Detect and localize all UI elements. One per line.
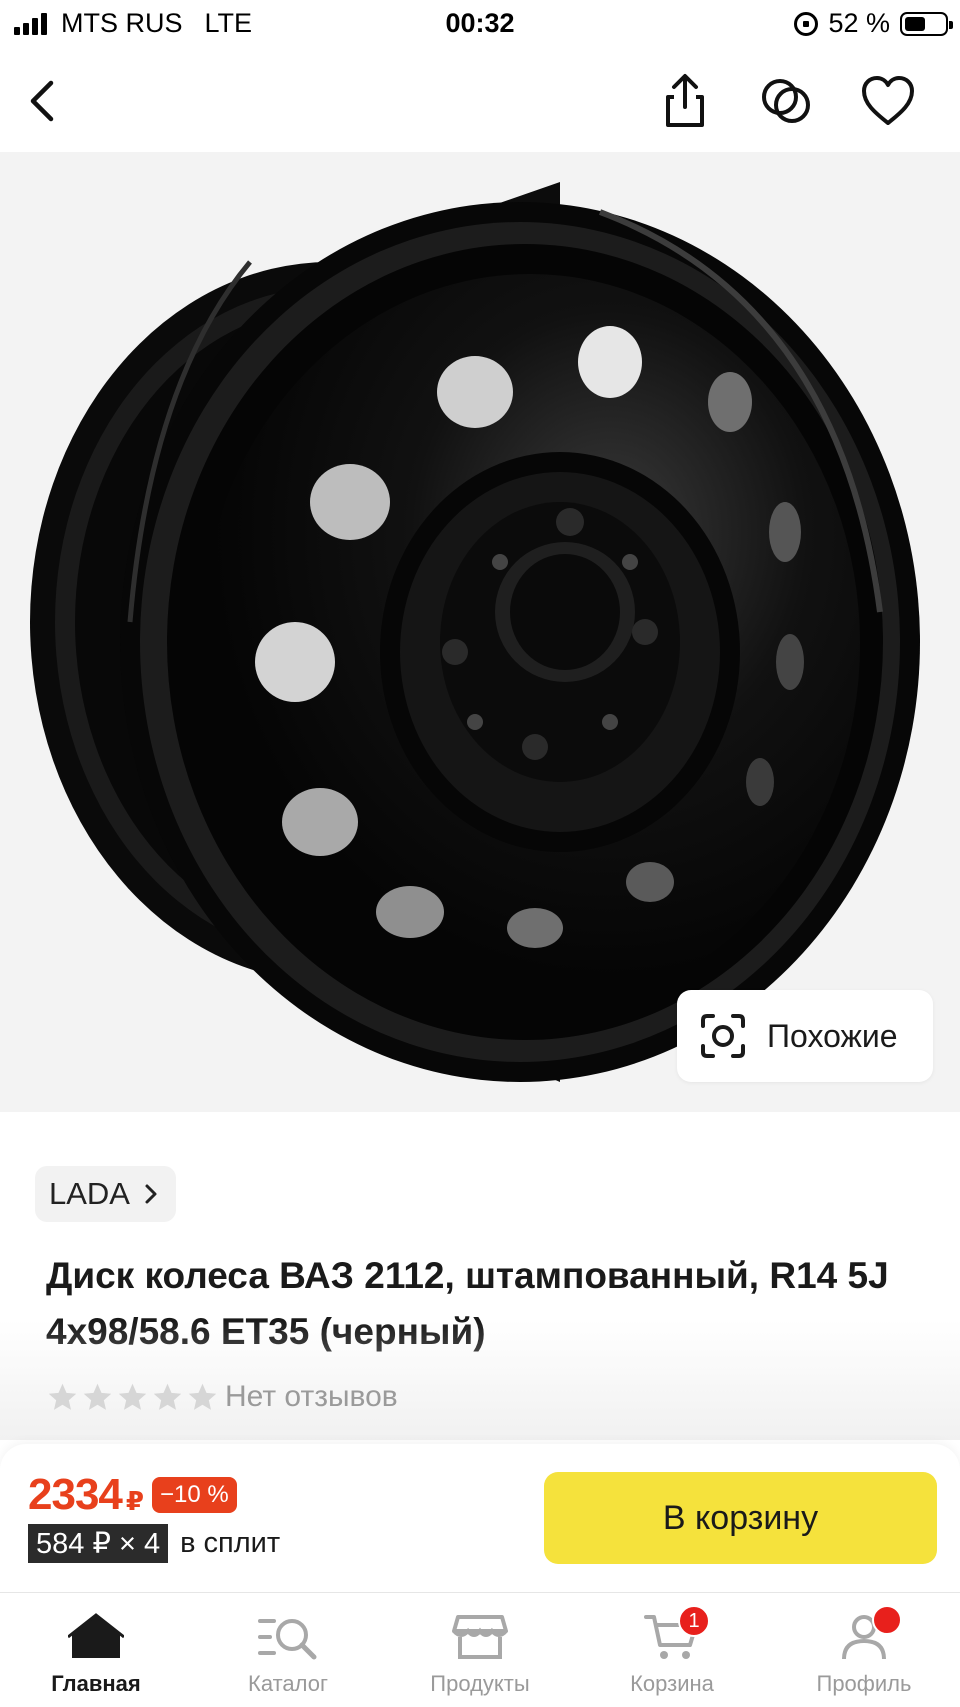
chevron-left-icon — [30, 80, 54, 122]
wheel-rim-image — [30, 182, 920, 1082]
add-to-cart-button[interactable]: В корзину — [544, 1472, 937, 1564]
star-icon — [153, 1383, 182, 1410]
compare-icon — [762, 79, 810, 123]
tab-products[interactable]: Продукты — [384, 1593, 576, 1707]
tab-cart[interactable]: 1 Корзина — [576, 1593, 768, 1707]
share-button[interactable] — [652, 68, 718, 134]
tab-label: Главная — [51, 1671, 141, 1696]
similar-label: Похожие — [767, 1017, 898, 1054]
tab-home[interactable]: Главная — [0, 1593, 192, 1707]
product-title: Диск колеса ВАЗ 2112, штампованный, R14 … — [46, 1255, 889, 1352]
star-icon — [118, 1383, 147, 1410]
similar-button[interactable]: Похожие — [677, 990, 933, 1082]
tab-label: Корзина — [630, 1671, 714, 1696]
heart-icon — [862, 76, 914, 125]
status-right: 52 % — [794, 8, 953, 39]
home-icon — [66, 1611, 126, 1663]
star-icon — [83, 1383, 112, 1410]
battery-icon — [900, 11, 953, 36]
price-currency: ₽ — [125, 1485, 144, 1516]
tab-label: Профиль — [816, 1671, 912, 1696]
store-icon — [450, 1611, 510, 1663]
rating-text: Нет отзывов — [225, 1380, 398, 1413]
split-amount: 584 ₽ × 4 — [28, 1524, 169, 1563]
product-image[interactable] — [0, 152, 960, 1112]
rotation-lock-icon — [794, 11, 819, 36]
tab-profile[interactable]: Профиль — [768, 1593, 960, 1707]
back-button[interactable] — [10, 68, 76, 134]
chevron-right-icon — [145, 1184, 157, 1204]
share-icon — [666, 74, 704, 127]
catalog-search-icon — [258, 1611, 318, 1663]
brand-chip[interactable]: LADA — [35, 1166, 176, 1222]
discount-badge: −10 % — [151, 1477, 237, 1513]
status-bar: MTS RUS LTE 00:32 52 % — [0, 0, 960, 50]
favorite-button[interactable] — [855, 68, 921, 134]
price: 2334 — [28, 1470, 123, 1519]
compare-button[interactable] — [753, 68, 819, 134]
cart-icon: 1 — [642, 1605, 710, 1663]
brand-name: LADA — [49, 1176, 130, 1211]
star-icon — [188, 1383, 217, 1410]
tab-bar: Главная Каталог Продукты 1 Корзина Профи… — [0, 1592, 960, 1707]
cart-badge: 1 — [678, 1605, 710, 1637]
star-icon — [48, 1383, 77, 1410]
tab-label: Каталог — [248, 1671, 328, 1696]
split-row[interactable]: 584 ₽ × 4 в сплит — [28, 1524, 280, 1563]
battery-percent: 52 % — [828, 8, 890, 38]
buy-panel: 2334 ₽ −10 % 584 ₽ × 4 в сплит В корзину — [0, 1444, 960, 1592]
profile-icon — [834, 1605, 902, 1663]
tab-catalog[interactable]: Каталог — [192, 1593, 384, 1707]
camera-scan-icon — [701, 1014, 745, 1058]
tab-label: Продукты — [430, 1671, 530, 1696]
notification-dot — [872, 1605, 902, 1635]
price-row: 2334 ₽ −10 % — [28, 1470, 237, 1520]
rating[interactable]: Нет отзывов — [46, 1380, 398, 1414]
split-label: в сплит — [180, 1527, 281, 1559]
top-nav — [0, 56, 960, 146]
